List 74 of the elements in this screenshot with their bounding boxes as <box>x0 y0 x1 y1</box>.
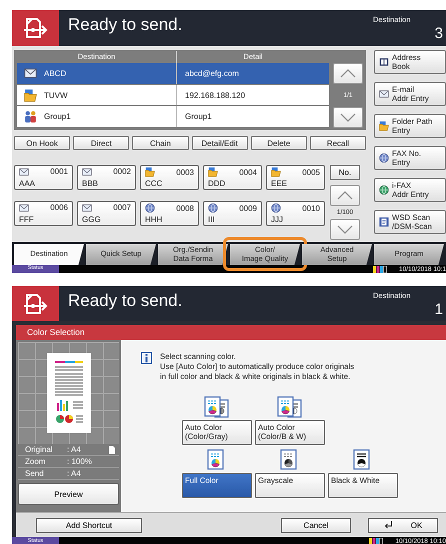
envelope-icon <box>19 204 29 212</box>
envelope-icon <box>82 168 92 176</box>
action-button[interactable]: Recall <box>310 136 366 150</box>
setting-value: : A4 <box>67 469 82 478</box>
one-touch-key[interactable]: 0006 FFF <box>14 201 73 226</box>
destination-name: ABCD <box>44 68 66 78</box>
one-touch-key[interactable]: 0005 EEE <box>266 165 325 190</box>
chevron-up-icon <box>337 191 353 200</box>
destination-count: 3 <box>434 26 443 42</box>
one-touch-key[interactable]: 0008 HHH <box>140 201 199 226</box>
envelope-icon <box>19 168 29 176</box>
document-color-icon <box>204 396 230 418</box>
destination-name: Group1 <box>44 112 71 122</box>
scroll-up-button[interactable] <box>330 185 360 206</box>
one-touch-key[interactable]: 0002 BBB <box>77 165 136 190</box>
number-button[interactable]: No. <box>330 165 360 180</box>
book-icon <box>379 57 389 67</box>
chevron-down-icon <box>337 225 353 234</box>
destination-name: TUVW <box>44 90 68 100</box>
action-button[interactable]: On Hook <box>14 136 70 150</box>
envelope-icon <box>82 204 92 212</box>
chevron-down-icon <box>340 113 356 122</box>
setting-label: Send <box>25 469 45 478</box>
folder-icon <box>271 167 281 177</box>
folder-icon <box>208 167 218 177</box>
globe-icon <box>208 203 218 213</box>
panel-title: Color Selection <box>16 325 446 340</box>
send-icon <box>12 286 59 321</box>
add-shortcut-button[interactable]: Add Shortcut <box>36 518 142 532</box>
chevron-up-icon <box>340 69 356 78</box>
one-touch-key[interactable]: 0007 GGG <box>77 201 136 226</box>
destination-detail: 192.168.188.120 <box>185 90 246 100</box>
globe-icon <box>145 203 155 213</box>
action-button[interactable]: Chain <box>132 136 189 150</box>
destination-detail: Group1 <box>185 112 212 122</box>
one-touch-key[interactable]: 0004 DDD <box>203 165 262 190</box>
globe-icon <box>379 185 389 195</box>
document-color-icon <box>277 396 303 418</box>
folder-icon <box>24 88 37 102</box>
destination-row[interactable]: ABCD abcd@efg.com <box>17 63 329 84</box>
setting-value: : 100% <box>67 457 93 466</box>
destination-count: 1 <box>434 302 443 318</box>
scroll-up-button[interactable] <box>333 63 363 84</box>
screen-title: Ready to send. <box>67 14 184 36</box>
destination-row[interactable]: Group1 Group1 <box>17 106 329 128</box>
scroll-down-button[interactable] <box>333 107 363 128</box>
action-button[interactable]: Delete <box>250 136 307 150</box>
send-icon <box>12 10 59 46</box>
setting-label: Zoom <box>25 457 46 466</box>
screen-title: Ready to send. <box>67 290 184 312</box>
action-button[interactable]: Direct <box>73 136 130 150</box>
destination-detail: abcd@efg.com <box>185 68 239 78</box>
globe-icon <box>379 153 389 163</box>
one-touch-key[interactable]: 0010 JJJ <box>266 201 325 226</box>
action-button[interactable]: Detail/Edit <box>192 136 248 150</box>
preview-button[interactable]: Preview <box>18 483 119 505</box>
cancel-button[interactable]: Cancel <box>281 518 351 532</box>
globe-icon <box>271 203 281 213</box>
setting-value: : A4 <box>67 445 82 454</box>
folder-icon <box>145 167 155 177</box>
setting-label: Original <box>25 445 54 454</box>
return-icon <box>384 521 393 529</box>
info-icon <box>141 352 152 364</box>
ok-button[interactable]: OK <box>368 518 438 532</box>
one-touch-key[interactable]: 0009 III <box>203 201 262 226</box>
scroll-down-button[interactable] <box>330 219 360 240</box>
one-touch-key[interactable]: 0001 AAA <box>14 165 73 190</box>
one-touch-key[interactable]: 0003 CCC <box>140 165 199 190</box>
people-icon <box>24 110 37 124</box>
envelope-icon <box>24 68 37 79</box>
folder-icon <box>379 121 389 131</box>
envelope-icon <box>379 90 389 98</box>
document-icon <box>379 217 389 227</box>
destination-row[interactable]: TUVW 192.168.188.120 <box>17 84 329 106</box>
